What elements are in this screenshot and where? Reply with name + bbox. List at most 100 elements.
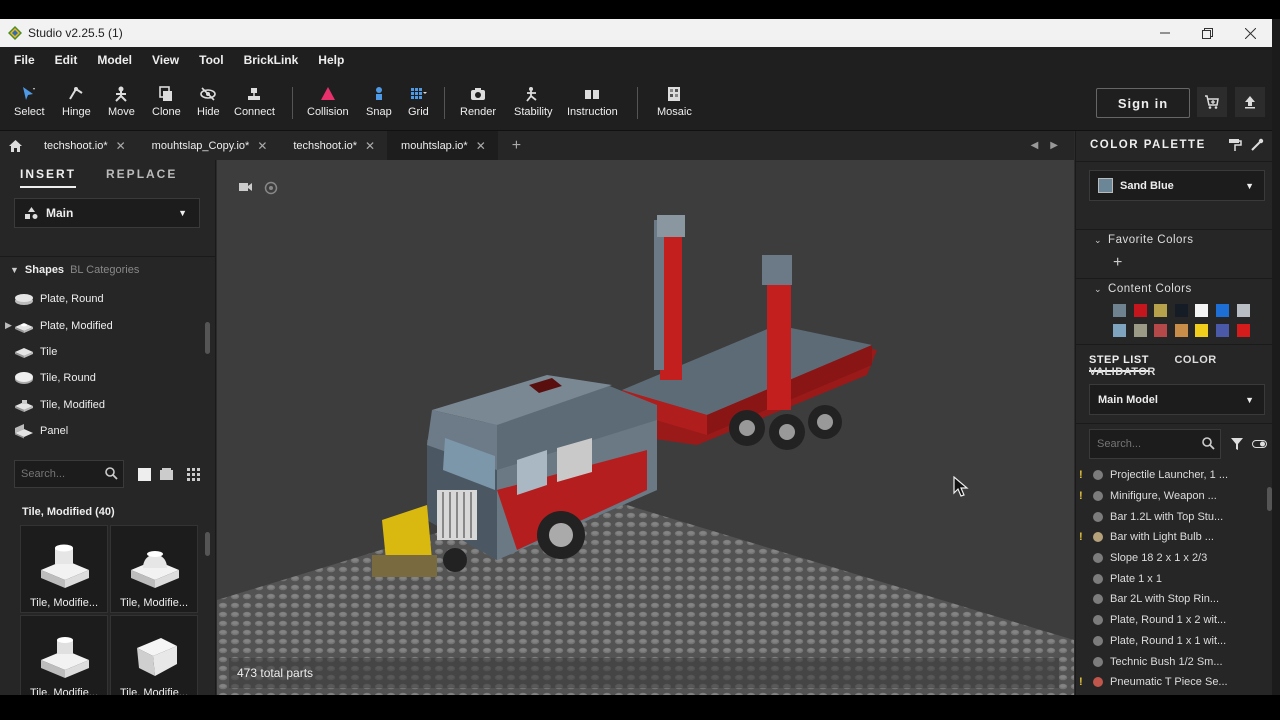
step-list-item[interactable]: Slope 18 2 x 1 x 2/3 [1076, 548, 1272, 569]
mosaic-button[interactable]: Mosaic [657, 85, 692, 118]
hide-tool-button[interactable]: Hide [197, 85, 220, 118]
step-search-box[interactable] [1089, 429, 1221, 459]
minimize-button[interactable] [1143, 19, 1186, 47]
model-dropdown[interactable]: Main Model ▼ [1089, 384, 1265, 415]
search-icon[interactable] [1202, 437, 1215, 450]
new-tab-button[interactable]: + [498, 131, 533, 160]
color-swatch[interactable] [1195, 324, 1209, 337]
tab-techshoot[interactable]: techshoot.io* ✕ [30, 131, 138, 160]
step-list-item[interactable]: ! Bar with Light Bulb ... [1076, 527, 1272, 548]
tab-insert[interactable]: INSERT [20, 167, 77, 188]
step-list-item[interactable]: Plate 1 x 1 [1076, 568, 1272, 589]
category-tile[interactable]: Tile [0, 339, 216, 365]
menu-edit[interactable]: Edit [55, 53, 78, 67]
hinge-tool-button[interactable]: Hinge [62, 85, 91, 118]
instruction-button[interactable]: Instruction [567, 85, 618, 118]
color-swatch[interactable] [1133, 324, 1147, 337]
chevron-right-icon[interactable]: ▶ [5, 320, 12, 331]
tab-close-icon[interactable]: ✕ [257, 139, 267, 153]
step-list-item[interactable]: Bar 1.2L with Top Stu... [1076, 506, 1272, 527]
part-tile[interactable]: Tile, Modifie... [110, 525, 198, 613]
search-icon[interactable] [105, 467, 118, 480]
view-large-button[interactable] [136, 466, 152, 482]
color-swatch[interactable] [1216, 324, 1229, 337]
color-swatch[interactable] [1236, 304, 1250, 317]
category-tile-modified[interactable]: Tile, Modified [0, 392, 216, 418]
step-list-item[interactable]: Technic Bush 1/2 Sm... [1076, 651, 1272, 672]
toggle-view-icon[interactable] [1252, 438, 1267, 450]
step-list-item[interactable]: ! Minifigure, Weapon ... [1076, 486, 1272, 507]
3d-viewport[interactable]: 473 total parts [217, 160, 1074, 695]
cart-button[interactable] [1197, 87, 1227, 117]
step-list-item[interactable]: ! Projectile Launcher, 1 ... [1076, 465, 1272, 486]
category-plate-modified[interactable]: ▶ Plate, Modified [0, 312, 216, 338]
view-small-button[interactable] [185, 466, 201, 482]
color-swatch[interactable] [1113, 304, 1126, 317]
color-swatch[interactable] [1154, 304, 1168, 317]
menu-tool[interactable]: Tool [199, 53, 223, 67]
grid-dropdown-button[interactable]: Grid [408, 85, 429, 118]
menu-model[interactable]: Model [97, 53, 132, 67]
menu-help[interactable]: Help [318, 53, 344, 67]
tab-close-icon[interactable]: ✕ [116, 139, 126, 153]
add-favorite-color-button[interactable]: + [1113, 254, 1122, 272]
outer-scrollbar[interactable] [1272, 19, 1280, 695]
part-search-box[interactable] [14, 460, 124, 488]
menu-bricklink[interactable]: BrickLink [244, 53, 299, 67]
paint-roller-icon[interactable] [1228, 138, 1242, 152]
content-colors-header[interactable]: ⌄ Content Colors [1094, 283, 1192, 295]
tab-scroll-left-icon[interactable]: ◀ [1031, 140, 1039, 151]
tab-mouhtslap[interactable]: mouhtslap.io* ✕ [387, 131, 498, 160]
close-button[interactable] [1229, 19, 1272, 47]
stability-button[interactable]: Stability [514, 85, 553, 118]
favorite-colors-header[interactable]: ⌄ Favorite Colors [1094, 234, 1194, 246]
bl-categories-mode-tab[interactable]: BL Categories [70, 264, 139, 276]
clone-tool-button[interactable]: Clone [152, 85, 181, 118]
tab-replace[interactable]: REPLACE [106, 167, 177, 181]
palette-dropdown[interactable]: Main ▼ [14, 198, 200, 228]
collision-toggle-button[interactable]: Collision [307, 85, 349, 118]
shapes-mode-tab[interactable]: Shapes [25, 264, 64, 276]
color-swatch[interactable] [1113, 324, 1126, 337]
category-tile-round[interactable]: Tile, Round [0, 365, 216, 391]
parts-grid-scrollbar[interactable] [205, 532, 210, 556]
color-swatch[interactable] [1174, 324, 1188, 337]
upload-button[interactable] [1235, 87, 1265, 117]
color-swatch[interactable] [1216, 304, 1229, 317]
filter-icon[interactable] [1231, 438, 1243, 450]
step-list-item[interactable]: Plate, Round 1 x 2 wit... [1076, 610, 1272, 631]
select-tool-button[interactable]: Select [14, 85, 45, 118]
menu-view[interactable]: View [152, 53, 179, 67]
connect-tool-button[interactable]: Connect [234, 85, 275, 118]
move-tool-button[interactable]: Move [108, 85, 135, 118]
color-swatch[interactable] [1174, 304, 1188, 317]
category-list-scrollbar[interactable] [205, 322, 210, 354]
step-search-input[interactable] [1097, 438, 1197, 450]
tab-close-icon[interactable]: ✕ [476, 139, 486, 153]
view-medium-button[interactable] [158, 466, 174, 482]
menu-file[interactable]: File [14, 53, 35, 67]
home-button[interactable] [0, 131, 30, 160]
part-search-input[interactable] [21, 468, 101, 480]
step-list-item[interactable]: ! Pneumatic T Piece Se... [1076, 672, 1272, 693]
maximize-button[interactable] [1186, 19, 1229, 47]
color-dropdown[interactable]: Sand Blue ▼ [1089, 170, 1265, 201]
part-tile[interactable]: Tile, Modifie... [110, 615, 198, 695]
category-plate-round[interactable]: Plate, Round [0, 286, 216, 312]
color-swatch[interactable] [1236, 324, 1250, 337]
sign-in-button[interactable]: Sign in [1096, 88, 1190, 118]
tab-techshoot-2[interactable]: techshoot.io* ✕ [279, 131, 387, 160]
tab-mouhtslap-copy[interactable]: mouhtslap_Copy.io* ✕ [138, 131, 280, 160]
render-button[interactable]: Render [460, 85, 496, 118]
color-swatch[interactable] [1195, 304, 1209, 317]
step-list-item[interactable]: Plate, Round 1 x 1 wit... [1076, 631, 1272, 652]
tab-scroll-right-icon[interactable]: ▶ [1050, 140, 1058, 151]
camera-icon[interactable] [239, 182, 252, 192]
snap-toggle-button[interactable]: Snap [366, 85, 392, 118]
part-tile[interactable]: Tile, Modifie... [20, 615, 108, 695]
category-panel[interactable]: Panel [0, 418, 216, 444]
step-list-item[interactable]: Bar 2L with Stop Rin... [1076, 589, 1272, 610]
rotate-view-icon[interactable] [264, 181, 278, 195]
chevron-down-icon[interactable]: ▼ [10, 265, 19, 275]
eyedropper-icon[interactable] [1250, 138, 1264, 152]
